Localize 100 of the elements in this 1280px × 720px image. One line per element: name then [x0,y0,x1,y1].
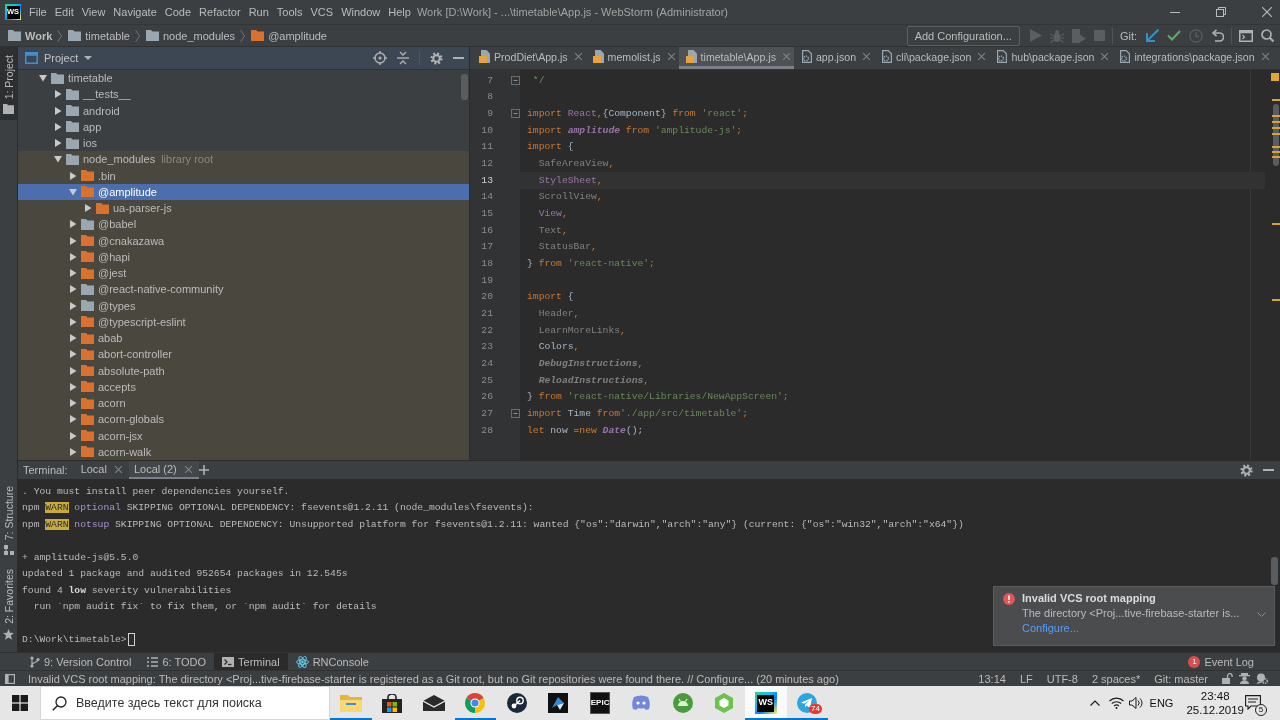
taskbar-button[interactable]: EPIC [579,686,621,720]
tree-arrow-icon[interactable] [69,252,77,261]
editor-tab[interactable]: timetable\App.js [678,47,794,69]
editor-tab[interactable]: hub\package.json [989,47,1113,69]
menu-item[interactable]: View [77,2,110,22]
warning-marker[interactable] [1272,127,1280,129]
close-icon[interactable] [978,53,986,60]
tree-item[interactable]: abab [18,330,469,347]
editor-tab[interactable]: app.json [793,47,875,69]
tree-arrow-icon[interactable] [54,122,62,131]
tree-arrow-icon[interactable] [69,236,77,245]
close-icon[interactable] [863,53,871,60]
tree-item[interactable]: app [18,118,469,135]
clock-time[interactable]: 23:48 [1200,689,1230,703]
tree-item[interactable]: ua-parser-js [18,200,469,217]
restore-icon[interactable] [1216,7,1226,17]
tree-arrow-icon[interactable] [69,334,77,343]
minimize-icon[interactable] [1170,11,1180,13]
tree-arrow-icon[interactable] [69,171,77,180]
menu-item[interactable]: File [25,2,51,22]
breadcrumb[interactable]: Work [25,29,53,42]
scrollbar-thumb[interactable] [1271,557,1278,585]
tree-arrow-icon[interactable] [54,90,62,99]
undo-icon[interactable] [1211,29,1224,42]
menu-item[interactable]: Refactor [195,2,245,22]
tree-arrow-icon[interactable] [69,382,77,391]
tree-item[interactable]: timetable [18,70,469,87]
tree-arrow-icon[interactable] [69,366,77,375]
status-widget[interactable]: LF [1019,672,1033,685]
tree-item[interactable]: __tests__ [18,86,469,103]
tree-arrow-icon[interactable] [54,139,62,148]
tree-item[interactable]: abort-controller [18,346,469,363]
terminal-icon[interactable] [1239,29,1253,42]
menu-item[interactable]: Run [244,2,273,22]
warning-marker[interactable] [1272,146,1280,148]
clock-date[interactable]: 25.12.2019 [1186,703,1244,717]
status-widget[interactable]: UTF-8 [1046,672,1078,685]
tree-arrow-icon[interactable] [84,204,92,213]
close-icon[interactable] [667,53,675,60]
warning-marker[interactable] [1272,299,1280,301]
check-icon[interactable] [1167,30,1181,41]
search-field[interactable]: Введите здесь текст для поиска [40,686,330,720]
menu-item[interactable]: VCS [306,2,338,22]
menu-item[interactable]: Navigate [109,2,161,22]
scrollbar-thumb[interactable] [461,74,468,100]
close-icon[interactable] [1262,7,1272,17]
fold-marker-icon[interactable] [511,109,520,119]
wifi-icon[interactable] [1108,697,1124,709]
arrow-down-left-icon[interactable] [1146,29,1159,42]
chevron-down-icon[interactable] [1257,612,1266,617]
add-icon[interactable] [198,465,209,475]
tool-window-tab[interactable]: 2: Favorites [0,561,17,646]
tree-arrow-icon[interactable] [69,285,77,294]
tree-arrow-icon[interactable] [39,74,47,83]
tree-item[interactable]: acorn [18,395,469,412]
close-icon[interactable] [184,465,192,473]
menu-item[interactable]: Tools [272,2,307,22]
tree-item[interactable]: @babel [18,216,469,233]
fold-marker-icon[interactable] [511,75,520,85]
tree-item[interactable]: ios [18,135,469,152]
tree-item[interactable]: @jest [18,265,469,282]
tree-arrow-icon[interactable] [69,220,77,229]
tree-arrow-icon[interactable] [69,187,77,196]
taskbar-button[interactable]: 74 [786,686,828,720]
add-configuration-button[interactable]: Add Configuration... [906,25,1020,46]
tool-window-button[interactable]: 6: TODO [139,653,215,670]
tree-arrow-icon[interactable] [69,350,77,359]
warning-marker[interactable] [1272,121,1280,123]
close-icon[interactable] [114,465,122,473]
menu-item[interactable]: Help [384,2,415,22]
tree-arrow-icon[interactable] [69,301,77,310]
fold-marker-icon[interactable] [511,408,520,418]
person-icon[interactable] [1239,673,1250,684]
event-log-button[interactable]: Event Log [1204,655,1254,668]
tree-item[interactable]: android [18,102,469,119]
chevron-up-icon[interactable] [1089,700,1100,706]
collapse-icon[interactable] [397,51,409,65]
dropdown-caret-icon[interactable] [84,56,93,60]
close-icon[interactable] [1261,53,1269,60]
settings-icon[interactable] [1240,463,1253,477]
speaker-icon[interactable] [1128,697,1143,709]
close-icon[interactable] [574,53,582,60]
warning-marker[interactable] [1272,133,1280,135]
warning-marker[interactable] [1272,156,1280,158]
tool-window-tab[interactable]: 1: Project [0,47,17,121]
start-menu-icon[interactable] [12,695,28,711]
tree-item[interactable]: @react-native-community [18,281,469,298]
editor-tab[interactable]: cli\package.json [874,47,990,69]
tool-window-tab[interactable]: 7: Structure [0,477,17,562]
tree-arrow-icon[interactable] [69,447,77,456]
editor-tab[interactable]: integrations\package.json [1112,47,1273,69]
terminal-tab[interactable]: Local [75,461,129,479]
editor-tab[interactable]: ProdDiet\App.js [472,47,586,69]
search-icon[interactable] [1261,29,1274,42]
configure-link[interactable]: Configure... [1022,622,1250,634]
menu-item[interactable]: Code [160,2,196,22]
close-icon[interactable] [1101,53,1109,60]
head-gear-icon[interactable] [1256,673,1268,684]
terminal-tab[interactable]: Local (2) [128,461,199,479]
breadcrumb[interactable]: @amplitude [268,29,327,42]
